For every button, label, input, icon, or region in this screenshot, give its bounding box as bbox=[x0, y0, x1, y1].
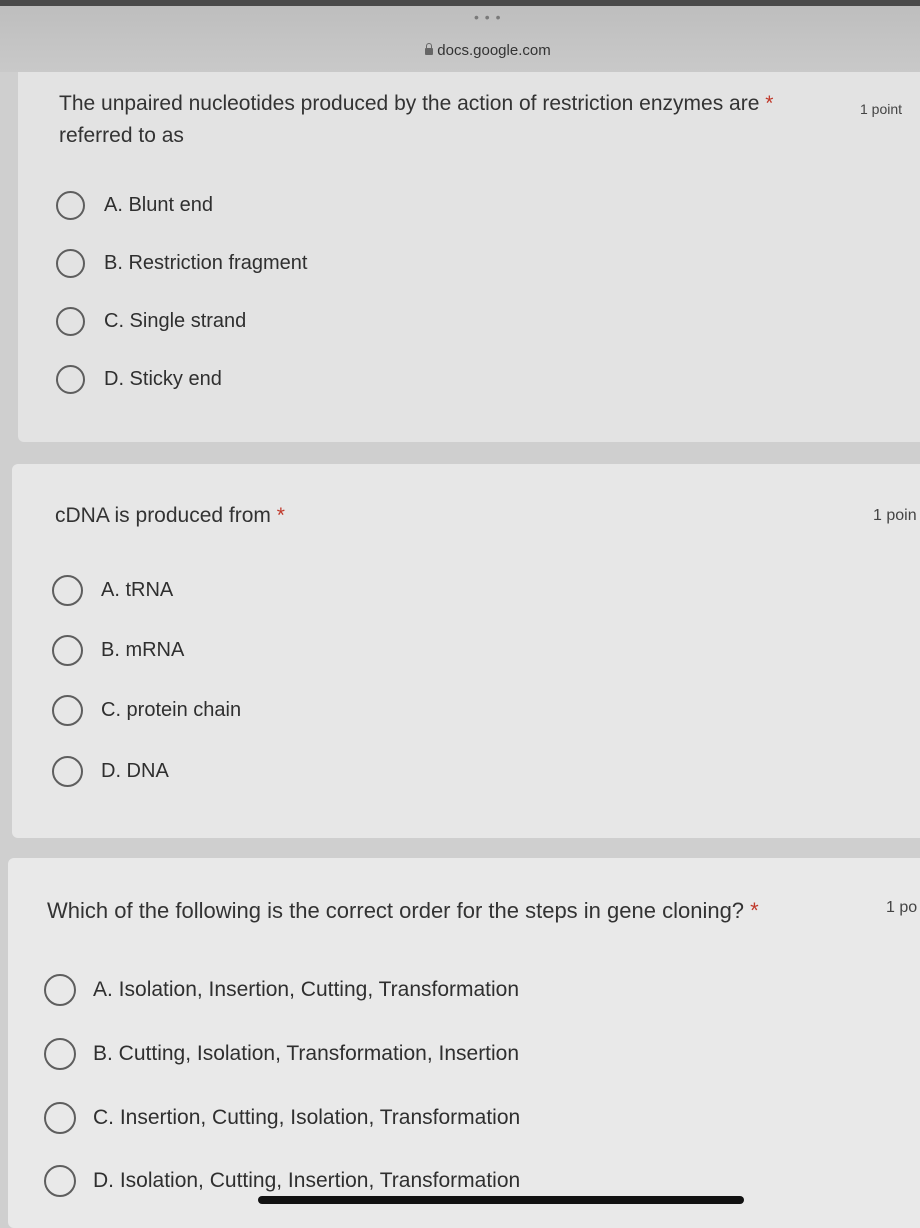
radio-button[interactable] bbox=[44, 974, 76, 1006]
question-3-option-a[interactable]: A. Isolation, Insertion, Cutting, Transf… bbox=[44, 974, 519, 1006]
question-2-title-text: cDNA is produced from bbox=[55, 504, 271, 527]
question-1-option-c[interactable]: C. Single strand bbox=[56, 307, 246, 336]
question-2-option-d[interactable]: D. DNA bbox=[52, 756, 169, 787]
radio-button[interactable] bbox=[44, 1102, 76, 1134]
question-3-title-text: Which of the following is the correct or… bbox=[47, 898, 745, 923]
url-text: docs.google.com bbox=[437, 42, 551, 59]
option-label: B. Cutting, Isolation, Transformation, I… bbox=[93, 1042, 520, 1065]
home-indicator[interactable] bbox=[258, 1196, 744, 1204]
option-label: D. DNA bbox=[101, 760, 169, 782]
required-asterisk: * bbox=[750, 898, 759, 923]
question-1-option-b[interactable]: B. Restriction fragment bbox=[56, 249, 307, 278]
option-label: D. Isolation, Cutting, Insertion, Transf… bbox=[93, 1169, 521, 1192]
question-3-option-b[interactable]: B. Cutting, Isolation, Transformation, I… bbox=[44, 1038, 519, 1070]
radio-button[interactable] bbox=[44, 1165, 76, 1197]
question-3-option-d[interactable]: D. Isolation, Cutting, Insertion, Transf… bbox=[44, 1165, 520, 1197]
question-1-title-line-1: The unpaired nucleotides produced by the… bbox=[59, 92, 760, 115]
question-1-title: The unpaired nucleotides produced by the… bbox=[59, 88, 773, 120]
question-2-option-b[interactable]: B. mRNA bbox=[52, 635, 184, 666]
address-bar[interactable]: docs.google.com bbox=[0, 42, 920, 59]
radio-button[interactable] bbox=[52, 635, 83, 666]
question-2-option-a[interactable]: A. tRNA bbox=[52, 575, 173, 606]
option-label: B. mRNA bbox=[101, 639, 185, 661]
radio-button[interactable] bbox=[52, 756, 83, 787]
question-1-points: 1 point bbox=[860, 101, 903, 117]
question-2-option-c[interactable]: C. protein chain bbox=[52, 695, 241, 726]
option-label: B. Restriction fragment bbox=[104, 252, 308, 274]
question-1-option-a[interactable]: A. Blunt end bbox=[56, 191, 213, 220]
device-top-edge bbox=[0, 0, 920, 6]
radio-button[interactable] bbox=[56, 307, 85, 336]
question-3-title: Which of the following is the correct or… bbox=[47, 895, 759, 927]
question-3-points: 1 po bbox=[886, 899, 918, 916]
radio-button[interactable] bbox=[56, 191, 85, 220]
radio-button[interactable] bbox=[52, 695, 83, 726]
browser-top-bar: • • • docs.google.com bbox=[0, 0, 920, 72]
question-1-option-d[interactable]: D. Sticky end bbox=[56, 365, 222, 394]
option-label: C. Single strand bbox=[104, 310, 247, 332]
lock-icon bbox=[425, 43, 434, 55]
option-label: A. Blunt end bbox=[104, 194, 213, 216]
option-label: A. tRNA bbox=[101, 579, 174, 601]
question-2-points: 1 poin bbox=[873, 507, 917, 524]
option-label: D. Sticky end bbox=[104, 368, 222, 390]
question-2-title: cDNA is produced from * bbox=[55, 500, 285, 532]
radio-button[interactable] bbox=[56, 365, 85, 394]
required-asterisk: * bbox=[276, 504, 285, 527]
question-3-option-c[interactable]: C. Insertion, Cutting, Isolation, Transf… bbox=[44, 1102, 520, 1134]
radio-button[interactable] bbox=[44, 1038, 76, 1070]
radio-button[interactable] bbox=[52, 575, 83, 606]
option-label: C. protein chain bbox=[101, 699, 242, 721]
option-label: C. Insertion, Cutting, Isolation, Transf… bbox=[93, 1106, 521, 1129]
question-1-title-line-2: referred to as bbox=[59, 124, 184, 147]
more-dots-icon[interactable]: • • • bbox=[474, 10, 501, 24]
required-asterisk: * bbox=[765, 92, 774, 115]
option-label: A. Isolation, Insertion, Cutting, Transf… bbox=[93, 978, 520, 1001]
radio-button[interactable] bbox=[56, 249, 85, 278]
